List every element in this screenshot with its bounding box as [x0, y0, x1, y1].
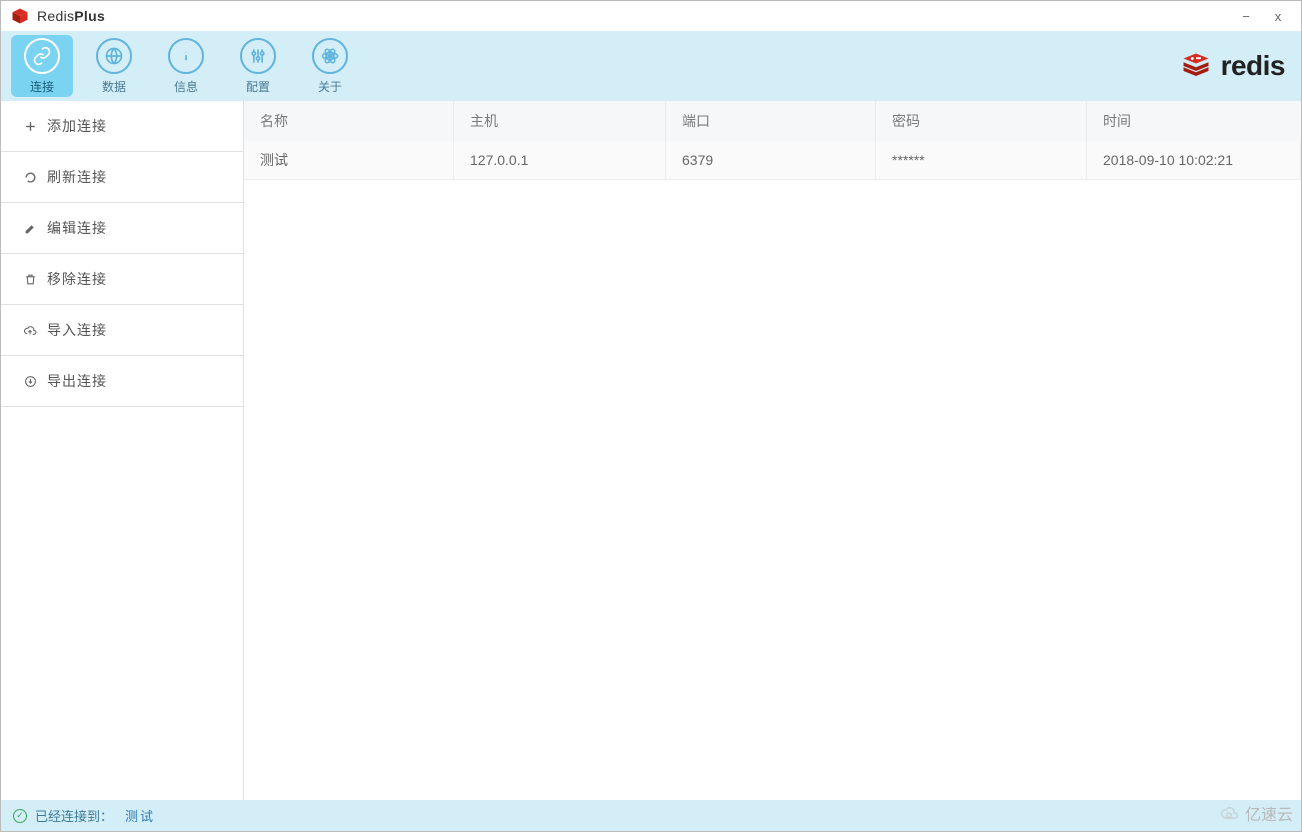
sidebar-export-connection[interactable]: 导出连接: [1, 356, 243, 407]
td-time: 2018-09-10 10:02:21: [1087, 141, 1301, 179]
td-password: ******: [876, 141, 1087, 179]
sidebar: 添加连接 刷新连接 编辑连接 移除连接 导入连接: [1, 101, 244, 800]
sidebar-import-connection[interactable]: 导入连接: [1, 305, 243, 356]
watermark-text: 亿速云: [1245, 801, 1293, 825]
app-title-prefix: Redis: [37, 8, 74, 24]
sidebar-refresh-connection[interactable]: 刷新连接: [1, 152, 243, 203]
table-header: 名称 主机 端口 密码 时间: [244, 101, 1301, 141]
tab-config[interactable]: 配置: [227, 35, 289, 97]
refresh-icon: [23, 170, 37, 184]
status-label: 已经连接到：: [35, 806, 113, 825]
cloud-upload-icon: [23, 323, 37, 337]
download-icon: [23, 374, 37, 388]
info-icon: [168, 38, 204, 74]
tab-data[interactable]: 数据: [83, 35, 145, 97]
tab-label: 关于: [318, 78, 342, 95]
tab-label: 配置: [246, 78, 270, 95]
minimize-button[interactable]: −: [1237, 9, 1255, 24]
title-bar: RedisPlus − x: [1, 1, 1301, 31]
trash-icon: [23, 272, 37, 286]
cloud-icon: [1217, 804, 1241, 822]
sidebar-item-label: 添加连接: [47, 116, 107, 136]
sidebar-item-label: 导出连接: [47, 371, 107, 391]
th-host: 主机: [454, 101, 666, 141]
th-password: 密码: [876, 101, 1087, 141]
tab-connection[interactable]: 连接: [11, 35, 73, 97]
main-area: 添加连接 刷新连接 编辑连接 移除连接 导入连接: [1, 101, 1301, 800]
sidebar-item-label: 移除连接: [47, 269, 107, 289]
status-connection-name: 测试: [125, 806, 155, 825]
td-port: 6379: [666, 141, 876, 179]
globe-icon: [96, 38, 132, 74]
app-icon: [11, 7, 29, 25]
status-bar: 已经连接到： 测试: [1, 800, 1301, 831]
close-button[interactable]: x: [1269, 9, 1287, 24]
atom-icon: [312, 38, 348, 74]
sidebar-remove-connection[interactable]: 移除连接: [1, 254, 243, 305]
sidebar-item-label: 刷新连接: [47, 167, 107, 187]
tab-info[interactable]: 信息: [155, 35, 217, 97]
watermark: 亿速云: [1217, 801, 1293, 825]
table-row[interactable]: 测试 127.0.0.1 6379 ****** 2018-09-10 10:0…: [244, 141, 1301, 180]
tab-about[interactable]: 关于: [299, 35, 361, 97]
th-name: 名称: [244, 101, 454, 141]
connection-table: 名称 主机 端口 密码 时间 测试 127.0.0.1 6379 ****** …: [244, 101, 1301, 800]
tab-label: 信息: [174, 78, 198, 95]
toolbar: 连接 数据 信息 配置: [1, 31, 1301, 101]
redis-logo: redis: [1179, 50, 1291, 82]
sidebar-edit-connection[interactable]: 编辑连接: [1, 203, 243, 254]
th-port: 端口: [666, 101, 876, 141]
th-time: 时间: [1087, 101, 1301, 141]
redis-logo-text: redis: [1221, 50, 1285, 82]
tab-label: 数据: [102, 78, 126, 95]
sidebar-item-label: 导入连接: [47, 320, 107, 340]
app-title-suffix: Plus: [74, 8, 105, 24]
sidebar-add-connection[interactable]: 添加连接: [1, 101, 243, 152]
pencil-icon: [23, 221, 37, 235]
sliders-icon: [240, 38, 276, 74]
link-icon: [24, 38, 60, 74]
tab-label: 连接: [30, 78, 54, 95]
app-title: RedisPlus: [37, 8, 105, 24]
plus-icon: [23, 119, 37, 133]
td-name: 测试: [244, 141, 454, 179]
check-circle-icon: [13, 809, 27, 823]
td-host: 127.0.0.1: [454, 141, 666, 179]
sidebar-item-label: 编辑连接: [47, 218, 107, 238]
redis-logo-icon: [1179, 51, 1213, 81]
window-controls: − x: [1237, 9, 1293, 24]
